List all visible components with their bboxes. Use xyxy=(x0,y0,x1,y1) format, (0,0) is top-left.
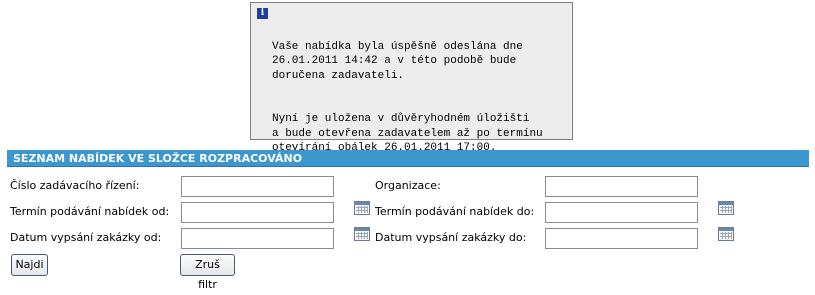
bid-deadline-from-label: Termín podávání nabídek od: xyxy=(10,205,170,218)
organization-label: Organizace: xyxy=(375,179,441,192)
tender-number-input[interactable] xyxy=(181,176,334,197)
search-button[interactable]: Najdi xyxy=(11,254,48,276)
published-to-input[interactable] xyxy=(545,228,698,249)
bid-deadline-to-input[interactable] xyxy=(545,202,698,223)
organization-input[interactable] xyxy=(545,176,698,197)
section-header: SEZNAM NABÍDEK VE SLOŽCE ROZPRACOVÁNO xyxy=(7,150,809,167)
calendar-icon[interactable] xyxy=(718,227,734,241)
calendar-icon[interactable] xyxy=(718,201,734,215)
tender-number-label: Číslo zadávacího řízení: xyxy=(10,179,140,192)
bid-deadline-to-label: Termín podávání nabídek do: xyxy=(375,205,535,218)
published-from-input[interactable] xyxy=(181,228,334,249)
calendar-icon[interactable] xyxy=(354,201,370,215)
confirmation-notice: i Vaše nabídka byla úspěšně odeslána dne… xyxy=(250,2,573,154)
notice-paragraph-stored: Nyní je uložena v důvěryhodném úložišti … xyxy=(272,113,543,154)
reset-filter-button[interactable]: Zruš filtr xyxy=(180,254,235,291)
info-icon: i xyxy=(257,8,268,19)
published-to-label: Datum vypsání zakázky do: xyxy=(375,231,527,244)
published-from-label: Datum vypsání zakázky od: xyxy=(10,231,162,244)
bid-deadline-from-input[interactable] xyxy=(181,202,334,223)
notice-paragraph-sent: Vaše nabídka byla úspěšně odeslána dne 2… xyxy=(272,40,523,82)
notice-text: Vaše nabídka byla úspěšně odeslána dne 2… xyxy=(272,25,570,170)
calendar-icon[interactable] xyxy=(354,227,370,241)
